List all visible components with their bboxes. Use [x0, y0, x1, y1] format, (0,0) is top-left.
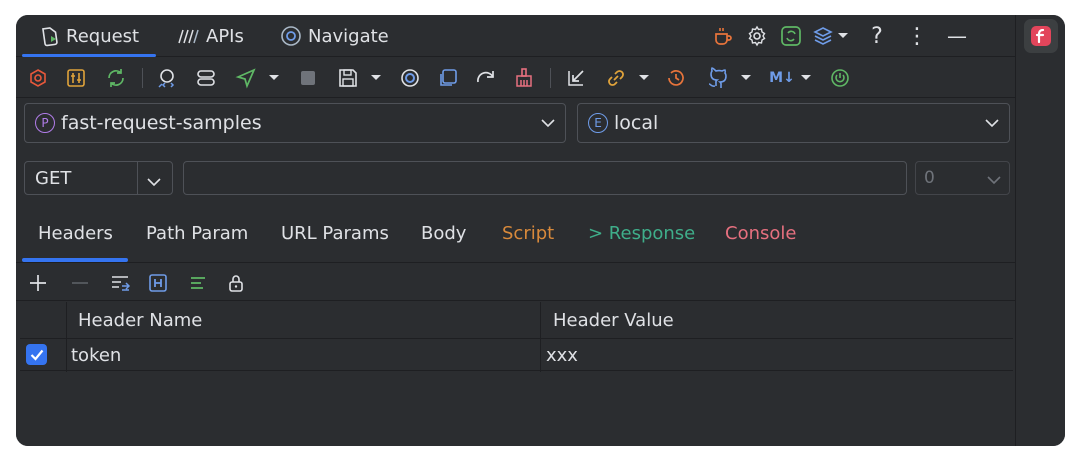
send-dropdown-chevron-icon[interactable] [268, 66, 280, 90]
list-icon[interactable] [186, 271, 210, 295]
remove-icon[interactable] [68, 271, 92, 295]
row-enabled-checkbox[interactable] [26, 344, 47, 365]
url-input[interactable] [183, 161, 907, 195]
target-icon[interactable] [398, 66, 422, 90]
save-icon[interactable] [336, 66, 360, 90]
tab-headers[interactable]: Headers [38, 223, 113, 244]
tab-script[interactable]: Script [502, 223, 554, 244]
add-icon[interactable] [26, 271, 50, 295]
broom-icon[interactable] [512, 66, 536, 90]
toggle-icon[interactable] [194, 66, 218, 90]
redo-icon[interactable] [474, 66, 498, 90]
project-badge-icon: P [35, 113, 55, 133]
search-code-icon[interactable] [156, 66, 180, 90]
count-value: 0 [924, 168, 935, 188]
navigate-icon [280, 25, 302, 47]
more-icon[interactable]: ⋮ [904, 23, 930, 49]
markdown-dropdown-chevron-icon[interactable] [800, 66, 812, 90]
header-name-cell[interactable]: token [71, 339, 121, 371]
request-icon [40, 25, 60, 47]
toolbar-separator [142, 68, 143, 88]
tab-body[interactable]: Body [421, 223, 466, 244]
section-divider [16, 262, 1015, 263]
environment-badge-icon: E [588, 113, 608, 133]
help-icon[interactable]: ? [864, 23, 890, 49]
method-select[interactable]: GET [24, 161, 173, 195]
action-toolbar: M↓ [16, 58, 1015, 98]
chevron-down-icon[interactable] [836, 23, 850, 49]
coffee-icon[interactable] [710, 23, 736, 49]
power-icon[interactable] [828, 66, 852, 90]
sync-icon[interactable] [104, 66, 128, 90]
tab-url-params[interactable]: URL Params [281, 223, 389, 244]
gear-icon[interactable] [744, 23, 770, 49]
stop-icon[interactable] [296, 66, 320, 90]
headers-toolbar [16, 265, 1015, 301]
tab-request[interactable]: Request [40, 23, 139, 49]
tab-navigate-label: Navigate [308, 25, 389, 47]
chevron-down-icon [147, 172, 161, 191]
method-divider [137, 162, 138, 194]
fast-request-logo-icon [1031, 26, 1051, 46]
tab-path-param[interactable]: Path Param [146, 223, 248, 244]
top-tab-bar: Request APIs Navigate ? ⋮ — [16, 15, 1015, 57]
table-row: token xxx [20, 339, 1013, 371]
import-icon[interactable] [564, 66, 588, 90]
history-icon[interactable] [664, 66, 688, 90]
markdown-icon[interactable]: M↓ [766, 66, 798, 90]
header-h-icon[interactable] [146, 271, 170, 295]
chevron-down-icon [539, 114, 557, 132]
main-panel: Request APIs Navigate ? ⋮ — M↓ P fast-re… [16, 15, 1015, 446]
section-tabs: Headers Path Param URL Params Body Scrip… [16, 213, 1015, 265]
count-select[interactable]: 0 [915, 161, 1010, 195]
link-dropdown-chevron-icon[interactable] [638, 66, 650, 90]
minimize-icon[interactable]: — [944, 23, 970, 49]
bulk-edit-icon[interactable] [108, 271, 132, 295]
table-header-row: Header Name Header Value [20, 302, 1013, 339]
send-icon[interactable] [234, 66, 258, 90]
link-icon[interactable] [604, 66, 628, 90]
sliders-icon[interactable] [64, 66, 88, 90]
chevron-down-icon [987, 170, 1001, 189]
layers-icon[interactable] [812, 23, 834, 49]
top-right-actions: ? ⋮ — [710, 23, 978, 49]
column-header-value: Header Value [553, 310, 674, 331]
tab-apis[interactable]: APIs [176, 23, 244, 49]
chevron-down-icon [983, 114, 1001, 132]
project-name: fast-request-samples [61, 112, 262, 134]
copy-icon[interactable] [436, 66, 460, 90]
toolbar-separator [550, 68, 551, 88]
hexagon-icon[interactable] [26, 66, 50, 90]
headers-table: Header Name Header Value token xxx [20, 302, 1013, 372]
right-tool-strip [1015, 15, 1065, 446]
lock-icon[interactable] [224, 271, 248, 295]
check-icon [30, 349, 43, 361]
fast-request-plugin-button[interactable] [1024, 19, 1058, 53]
active-tab-indicator [22, 54, 156, 57]
method-value: GET [35, 167, 72, 189]
github-icon[interactable] [706, 66, 730, 90]
header-value-cell[interactable]: xxx [546, 339, 578, 371]
tab-response[interactable]: > Response [588, 223, 695, 244]
refresh-square-icon[interactable] [778, 23, 804, 49]
environment-select[interactable]: E local [577, 103, 1010, 143]
save-dropdown-chevron-icon[interactable] [370, 66, 382, 90]
column-header-name: Header Name [78, 310, 203, 331]
app-window: Request APIs Navigate ? ⋮ — M↓ P fast-re… [16, 15, 1065, 446]
tab-console[interactable]: Console [725, 223, 796, 244]
tab-request-label: Request [66, 25, 140, 47]
apis-icon [176, 27, 200, 45]
tab-apis-label: APIs [206, 25, 244, 47]
github-dropdown-chevron-icon[interactable] [740, 66, 752, 90]
environment-name: local [614, 112, 659, 134]
project-select[interactable]: P fast-request-samples [24, 103, 566, 143]
tab-navigate[interactable]: Navigate [280, 23, 389, 49]
